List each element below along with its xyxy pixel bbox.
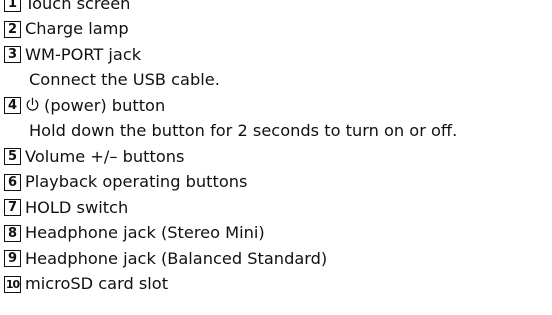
part-item-power-button: 4 (power) button — [4, 93, 552, 119]
part-item-wm-port-jack: 3 WM-PORT jack — [4, 42, 552, 68]
part-item-playback-buttons: 6 Playback operating buttons — [4, 170, 552, 196]
part-number-badge: 5 — [4, 148, 21, 166]
page: { "parts": [ {"number": "1", "label": "T… — [0, 0, 552, 315]
part-label: microSD card slot — [25, 274, 169, 294]
part-note-power-button: Hold down the button for 2 seconds to tu… — [4, 119, 552, 145]
part-number-badge: 3 — [4, 46, 21, 64]
part-number-badge: 7 — [4, 199, 21, 217]
part-item-headphone-jack-stereo: 8 Headphone jack (Stereo Mini) — [4, 221, 552, 247]
part-item-microsd-slot: 10 microSD card slot — [4, 272, 552, 298]
part-label: Volume +/– buttons — [25, 146, 185, 166]
part-number-badge: 10 — [4, 275, 21, 293]
part-label: Headphone jack (Balanced Standard) — [25, 248, 328, 268]
part-number-badge: 2 — [4, 20, 21, 38]
part-item-touch-screen: 1 Touch screen — [4, 0, 552, 17]
part-label: Playback operating buttons — [25, 172, 248, 192]
part-note: Hold down the button for 2 seconds to tu… — [29, 121, 458, 141]
part-number-badge: 9 — [4, 250, 21, 268]
part-note: Connect the USB cable. — [29, 70, 220, 90]
part-item-charge-lamp: 2 Charge lamp — [4, 17, 552, 43]
part-label: Charge lamp — [25, 19, 129, 39]
part-item-headphone-jack-balanced: 9 Headphone jack (Balanced Standard) — [4, 246, 552, 272]
power-icon — [25, 97, 40, 112]
part-item-volume-buttons: 5 Volume +/– buttons — [4, 144, 552, 170]
part-label: Touch screen — [25, 0, 131, 13]
part-label: HOLD switch — [25, 197, 129, 217]
parts-list: 1 Touch screen 2 Charge lamp 3 WM-PORT j… — [4, 0, 552, 297]
part-item-hold-switch: 7 HOLD switch — [4, 195, 552, 221]
part-label: Headphone jack (Stereo Mini) — [25, 223, 265, 243]
part-label: (power) button — [44, 95, 166, 115]
part-number-badge: 4 — [4, 97, 21, 115]
part-number-badge: 1 — [4, 0, 21, 13]
part-label: WM-PORT jack — [25, 44, 142, 64]
part-note-wm-port-jack: Connect the USB cable. — [4, 68, 552, 94]
part-number-badge: 6 — [4, 173, 21, 191]
part-number-badge: 8 — [4, 224, 21, 242]
